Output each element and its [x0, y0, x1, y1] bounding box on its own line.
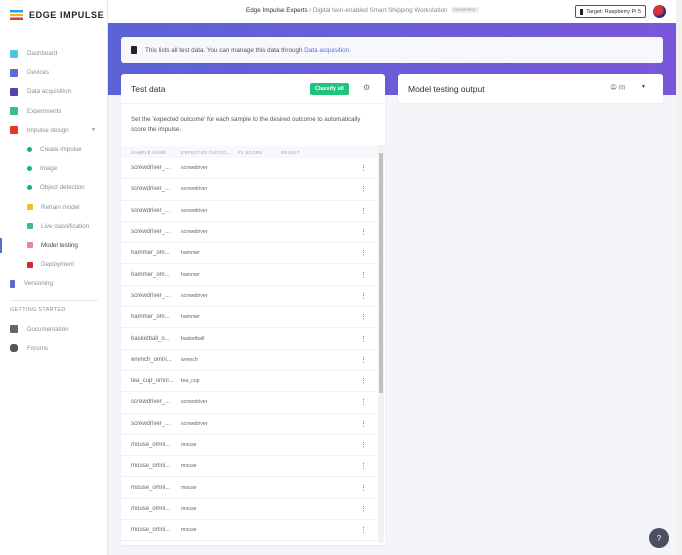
sidebar-item[interactable]: Dashboard [0, 44, 108, 63]
clipboard-check-icon [131, 46, 137, 54]
table-row[interactable]: hammer_om... hammer ⋮ [121, 264, 377, 286]
table-row[interactable]: screwdriver_... screwdriver ⋮ [121, 158, 377, 180]
nav-icon [27, 242, 33, 249]
chip-icon [580, 8, 584, 15]
enterprise-badge: ENTERPRISE [450, 7, 479, 14]
logo[interactable]: EDGE IMPULSE [10, 10, 104, 20]
nav-icon [10, 126, 18, 135]
more-options-icon[interactable]: ⋮ [360, 335, 367, 343]
table-row[interactable]: hammer_om... hammer ⋮ [121, 307, 377, 329]
more-options-icon[interactable]: ⋮ [360, 228, 367, 236]
test-data-card: Test data Classify all ⚙ Set the 'expect… [121, 74, 385, 545]
table-row[interactable]: screwdriver_... screwdriver ⋮ [121, 201, 377, 222]
sidebar-item[interactable]: Experiments [0, 102, 108, 121]
page-scrollbar[interactable] [676, 0, 682, 555]
target-button[interactable]: Target: Raspberry Pi 5 [575, 5, 646, 18]
more-options-icon[interactable]: ⋮ [360, 526, 367, 534]
branch-icon [10, 279, 15, 288]
more-options-icon[interactable]: ⋮ [360, 207, 367, 215]
card-title: Test data [131, 83, 166, 94]
divider [10, 300, 98, 302]
breadcrumb: Edge Impulse Experts / Digital twin-enab… [246, 7, 479, 14]
nav-icon [27, 223, 33, 230]
scrollbar-thumb[interactable] [379, 153, 383, 393]
table-scrollbar[interactable] [378, 145, 384, 543]
table-row[interactable]: mouse_omni... mouse ⋮ [121, 499, 377, 521]
sidebar-item[interactable]: Data acquisition [0, 82, 108, 101]
more-options-icon[interactable]: ⋮ [360, 164, 367, 172]
table-row[interactable]: wrench_omni... wrench ⋮ [121, 350, 377, 371]
sidebar-subitem[interactable]: Object detection [0, 178, 108, 197]
comments-icon [10, 344, 18, 353]
sidebar-subitem[interactable]: Live classification [0, 217, 108, 236]
table-row[interactable]: screwdriver_... screwdriver ⋮ [121, 414, 377, 435]
more-options-icon[interactable]: ⋮ [360, 271, 367, 279]
info-notice: This lists all test data. You can manage… [121, 37, 663, 63]
table-row[interactable]: mouse_omni... mouse ⋮ [121, 477, 377, 499]
help-button[interactable]: ? [649, 528, 669, 548]
table-row[interactable]: mouse_omni... mouse ⋮ [121, 456, 377, 478]
status-dot-icon [27, 185, 32, 191]
status-dot-icon [27, 147, 32, 153]
table-header: SAMPLE NAME EXPECTED OUTCO... F1 SCORE RESU… [121, 146, 385, 158]
sidebar-item-versioning[interactable]: Versioning [0, 274, 108, 293]
sidebar-subitem[interactable]: Create impulse [0, 140, 108, 159]
sidebar-subitem[interactable]: Deployment [0, 255, 108, 274]
chevron-down-icon[interactable]: ▼ [91, 127, 96, 133]
sidebar-item-documentation[interactable]: Documentation [0, 319, 108, 338]
table-row[interactable]: screwdriver_... screwdriver ⋮ [121, 179, 377, 201]
table-row[interactable]: mouse_omni... mouse ⋮ [121, 435, 377, 457]
nav-icon [10, 49, 18, 58]
sidebar: EDGE IMPULSE Dashboard Devices Data acquis… [0, 0, 108, 555]
more-options-icon[interactable]: ⋮ [360, 420, 367, 428]
gear-icon[interactable]: ⚙ [363, 83, 370, 92]
notifications-count[interactable]: 🔕︎ (0) [610, 85, 625, 91]
sidebar-subitem[interactable]: Retrain model [0, 198, 108, 217]
breadcrumb-org[interactable]: Edge Impulse Experts [246, 7, 308, 14]
description: Set the 'expected outcome' for each samp… [131, 116, 361, 133]
more-options-icon[interactable]: ⋮ [360, 249, 367, 257]
model-testing-output-card: Model testing output 🔕︎ (0) ▼ [398, 74, 663, 103]
more-options-icon[interactable]: ⋮ [360, 462, 367, 470]
bell-off-icon: 🔕︎ [610, 85, 617, 91]
avatar[interactable] [653, 5, 666, 18]
table-row[interactable]: mouse_omni... mouse ⋮ [121, 520, 377, 542]
table-row[interactable]: hammer_om... hammer ⋮ [121, 243, 377, 265]
sidebar-subitem[interactable]: Image [0, 159, 108, 178]
nav-icon [10, 107, 18, 116]
table-row[interactable]: tea_cup_omni... tea_cup ⋮ [121, 371, 377, 393]
nav-icon [27, 204, 33, 211]
more-options-icon[interactable]: ⋮ [360, 292, 367, 300]
more-options-icon[interactable]: ⋮ [360, 185, 367, 193]
table-row[interactable]: screwdriver_... screwdriver ⋮ [121, 392, 377, 414]
more-options-icon[interactable]: ⋮ [360, 377, 367, 385]
sidebar-item[interactable]: Devices [0, 63, 108, 82]
chevron-down-icon[interactable]: ▼ [641, 84, 646, 90]
book-icon [10, 325, 18, 334]
nav-icon [27, 261, 33, 268]
sidebar-item[interactable]: Impulse design ▼ [0, 121, 108, 140]
sidebar-item-forums[interactable]: Forums [0, 339, 108, 358]
logo-icon [10, 10, 23, 20]
more-options-icon[interactable]: ⋮ [360, 505, 367, 513]
data-acquisition-link[interactable]: Data acquisition [304, 47, 349, 54]
table-row[interactable]: screwdriver_... screwdriver ⋮ [121, 222, 377, 244]
table-row[interactable]: screwdriver_... screwdriver ⋮ [121, 286, 377, 308]
breadcrumb-project[interactable]: Digital twin-enabled Smart Shipping Work… [313, 7, 448, 14]
more-options-icon[interactable]: ⋮ [360, 398, 367, 406]
sidebar-subitem[interactable]: Model testing [0, 236, 108, 255]
more-options-icon[interactable]: ⋮ [360, 484, 367, 492]
top-bar: Edge Impulse Experts / Digital twin-enab… [108, 0, 676, 23]
nav-icon [10, 87, 18, 96]
more-options-icon[interactable]: ⋮ [360, 313, 367, 321]
classify-all-button[interactable]: Classify all [310, 83, 349, 95]
table-row[interactable]: basketball_o... basketball ⋮ [121, 328, 377, 350]
nav-icon [10, 68, 18, 77]
more-options-icon[interactable]: ⋮ [360, 356, 367, 364]
more-options-icon[interactable]: ⋮ [360, 441, 367, 449]
status-dot-icon [27, 166, 32, 172]
section-heading: GETTING STARTED [10, 307, 66, 314]
